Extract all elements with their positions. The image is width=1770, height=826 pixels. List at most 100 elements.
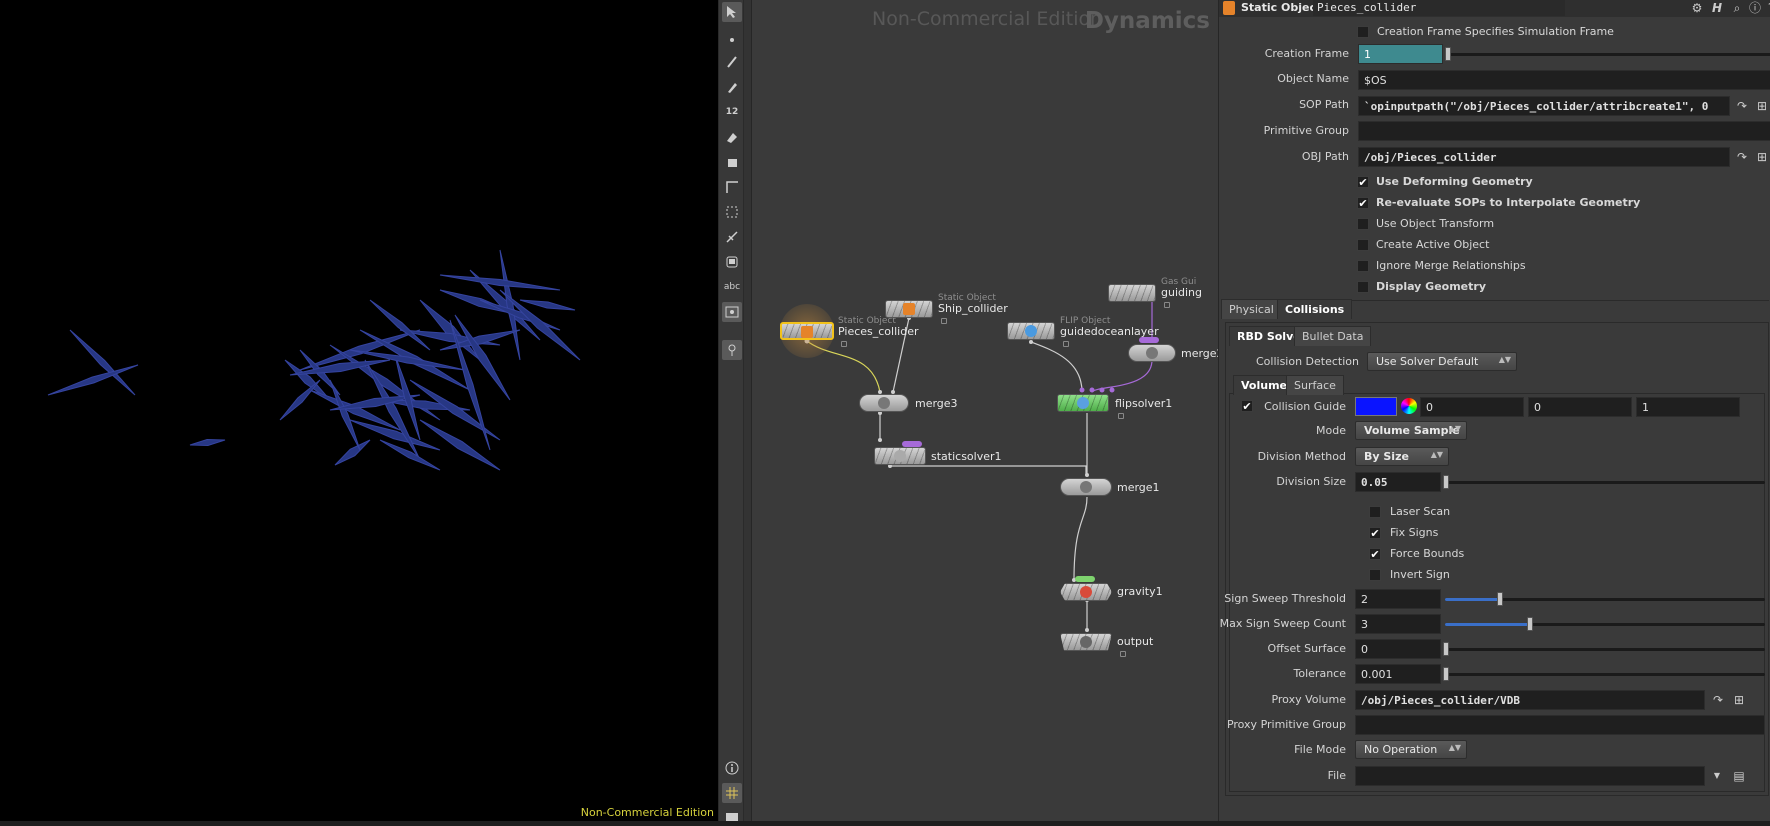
tolerance-label: Tolerance [1293,667,1346,680]
info-icon[interactable]: ⓘ [1747,0,1763,16]
number-icon[interactable]: 12 [722,102,742,122]
file-chooser-icon[interactable]: ▤ [1731,768,1747,784]
jump-to-operator-icon[interactable]: ↷ [1734,98,1750,114]
stamp-icon[interactable] [722,152,742,172]
point-icon[interactable] [722,27,742,47]
object-flag-checkbox[interactable]: ✔ [1357,176,1369,188]
scene-viewport[interactable]: Non-Commercial Edition [0,0,718,821]
operator-chooser-icon[interactable]: ⊞ [1754,98,1770,114]
color-wheel-icon[interactable] [1401,398,1417,414]
creation-frame-field[interactable]: 1 [1358,44,1443,64]
info-icon[interactable] [722,758,742,778]
paint-icon[interactable] [722,127,742,147]
sign-sweep-threshold-slider[interactable] [1445,598,1765,601]
node-ship-collider[interactable] [885,300,933,318]
camera-icon[interactable] [722,806,742,826]
pin-icon[interactable] [722,340,742,360]
proxy-volume-field[interactable]: /obj/Pieces_collider/VDB [1355,690,1705,710]
network-editor[interactable]: Non-Commercial Edition Dynamics Static O… [752,0,1218,821]
node-merge3[interactable] [859,394,909,412]
offset-surface-field[interactable]: 0 [1355,639,1441,659]
node-type-title: Static Object [1241,1,1322,14]
node-staticsolver1[interactable] [874,447,926,465]
node-flipsolver1[interactable] [1057,394,1109,412]
tab-surface[interactable]: Surface [1286,375,1344,395]
node-output[interactable] [1060,633,1112,651]
creation-frame-slider[interactable] [1447,53,1770,56]
text-icon[interactable]: abc [722,277,742,297]
file-field[interactable] [1355,766,1705,786]
max-sign-sweep-count-slider[interactable] [1445,623,1765,626]
node-name-field[interactable]: Pieces_collider [1313,0,1565,16]
sop-path-field[interactable]: `opinputpath("/obj/Pieces_collider/attri… [1358,96,1730,116]
node-merge1[interactable] [1060,478,1112,496]
offset-surface-slider[interactable] [1445,648,1765,651]
mode-dropdown[interactable]: Volume Sample ▲▼ [1355,421,1467,440]
tolerance-field[interactable]: 0.001 [1355,664,1441,684]
curve-icon[interactable] [722,177,742,197]
grid-icon[interactable] [722,783,742,803]
tolerance-slider-knob[interactable] [1443,667,1449,681]
image-icon[interactable] [722,302,742,322]
offset-surface-slider-knob[interactable] [1443,642,1449,656]
sign-sweep-threshold-slider-knob[interactable] [1497,592,1503,606]
chevron-down-icon[interactable]: ▼ [1709,768,1725,784]
operator-chooser-icon[interactable]: ⊞ [1731,692,1747,708]
jump-to-operator-icon[interactable]: ↷ [1710,692,1726,708]
sign-sweep-threshold-field[interactable]: 2 [1355,589,1441,609]
volume-option-checkbox[interactable]: ✔ [1369,548,1381,560]
object-flag-checkbox[interactable]: ✔ [1357,197,1369,209]
division-size-slider-knob[interactable] [1443,475,1449,489]
collision-guide-color-swatch[interactable] [1355,397,1397,416]
volume-option-checkbox[interactable] [1369,506,1381,518]
collision-guide-b-field[interactable]: 1 [1636,397,1740,417]
creation-frame-slider-knob[interactable] [1445,47,1451,61]
node-gravity1[interactable] [1060,583,1112,601]
obj-path-field[interactable]: /obj/Pieces_collider [1358,147,1730,167]
max-sign-sweep-count-slider-knob[interactable] [1527,617,1533,631]
object-flag-checkbox[interactable] [1357,218,1369,230]
help-h-icon[interactable]: H [1709,0,1725,16]
division-size-slider[interactable] [1445,481,1765,484]
text-tool-label: abc [723,282,741,292]
node-pieces-collider[interactable] [780,322,834,340]
snap-icon[interactable] [722,202,742,222]
file-mode-dropdown[interactable]: No Operation ▲▼ [1355,740,1467,759]
object-flag-label: Use Deforming Geometry [1376,175,1533,188]
tab-physical[interactable]: Physical [1221,299,1282,319]
operator-chooser-icon[interactable]: ⊞ [1754,149,1770,165]
select-icon[interactable] [722,2,742,22]
question-icon[interactable]: ? [1763,0,1770,16]
box-icon[interactable] [722,252,742,272]
object-name-field[interactable]: $OS [1358,70,1770,90]
max-sign-sweep-count-field[interactable]: 3 [1355,614,1441,634]
node-merge2[interactable] [1128,344,1176,362]
object-flag-checkbox[interactable] [1357,260,1369,272]
gear-icon[interactable]: ⚙ [1689,0,1705,16]
division-method-value: By Size [1364,450,1409,463]
search-icon[interactable]: ⌕ [1729,0,1745,16]
tolerance-slider[interactable] [1445,673,1765,676]
tab-bullet-data[interactable]: Bullet Data [1294,326,1372,346]
brush-icon[interactable] [722,52,742,72]
primitive-group-field[interactable] [1358,121,1770,141]
node-guidedoceanlayer[interactable] [1007,322,1055,340]
collision-detection-dropdown[interactable]: Use Solver Default ▲▼ [1367,352,1517,371]
proxy-primitive-group-field[interactable] [1355,715,1765,735]
jump-to-operator-icon[interactable]: ↷ [1734,149,1750,165]
knife-icon[interactable] [722,227,742,247]
viewport-toolstrip: 12 abc [718,0,744,821]
volume-option-checkbox[interactable] [1369,569,1381,581]
division-method-dropdown[interactable]: By Size ▲▼ [1355,447,1449,466]
collision-guide-g-field[interactable]: 0 [1528,397,1632,417]
collision-guide-r-field[interactable]: 0 [1420,397,1524,417]
volume-option-checkbox[interactable]: ✔ [1369,527,1381,539]
tab-collisions[interactable]: Collisions [1277,299,1353,319]
object-flag-checkbox[interactable] [1357,281,1369,293]
pane-splitter[interactable] [744,0,752,821]
creation-frame-specifies-checkbox[interactable] [1357,26,1369,38]
node-guiding[interactable] [1108,284,1156,302]
object-flag-checkbox[interactable] [1357,239,1369,251]
division-size-field[interactable]: 0.05 [1355,472,1441,492]
pen-icon[interactable] [722,77,742,97]
